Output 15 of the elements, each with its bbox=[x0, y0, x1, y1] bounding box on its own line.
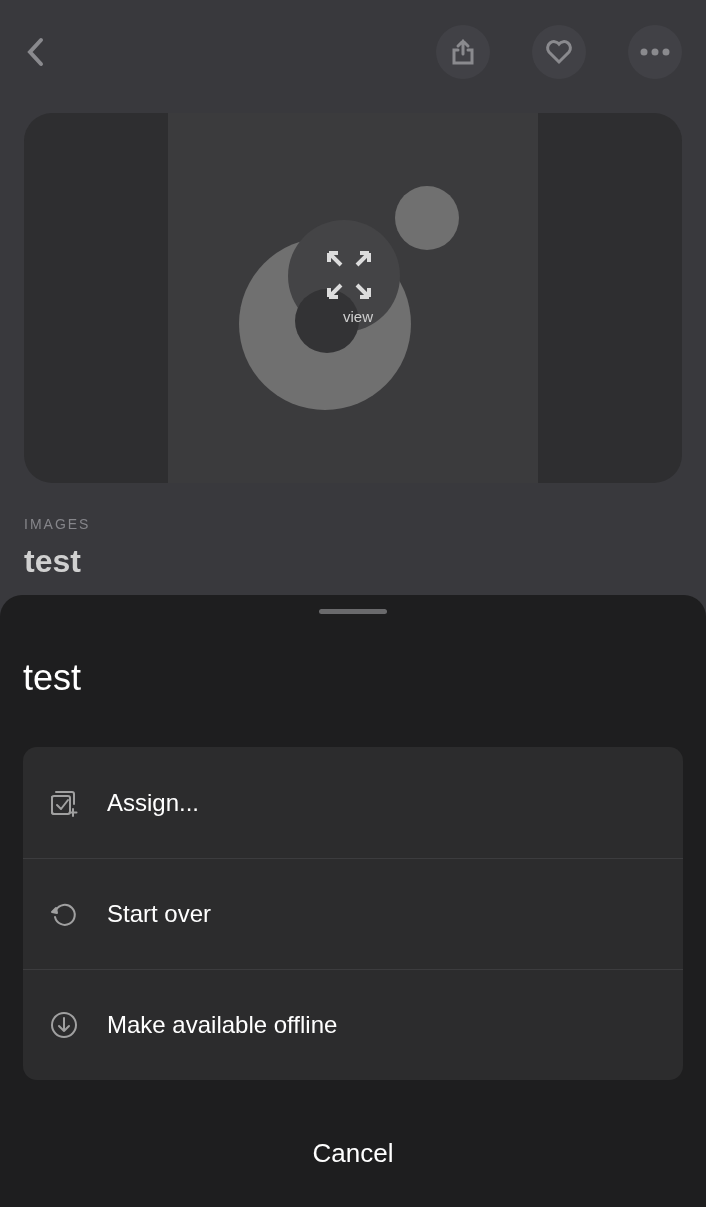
sheet-title: test bbox=[23, 660, 83, 696]
view-label: view bbox=[343, 309, 373, 324]
more-icon bbox=[640, 48, 670, 56]
cancel-button[interactable]: Cancel bbox=[302, 1126, 404, 1181]
item-title: test bbox=[24, 545, 82, 577]
drag-handle[interactable] bbox=[319, 609, 387, 614]
preview-card[interactable]: view bbox=[24, 113, 682, 483]
heart-icon bbox=[545, 39, 573, 65]
action-item[interactable]: Start over bbox=[23, 858, 683, 969]
category-label: IMAGES bbox=[24, 517, 92, 531]
action-item[interactable]: Assign... bbox=[23, 747, 683, 858]
action-item[interactable]: Make available offline bbox=[23, 969, 683, 1080]
share-icon bbox=[450, 38, 476, 66]
download-circle-icon bbox=[49, 1010, 79, 1040]
expand-icon bbox=[325, 249, 373, 301]
